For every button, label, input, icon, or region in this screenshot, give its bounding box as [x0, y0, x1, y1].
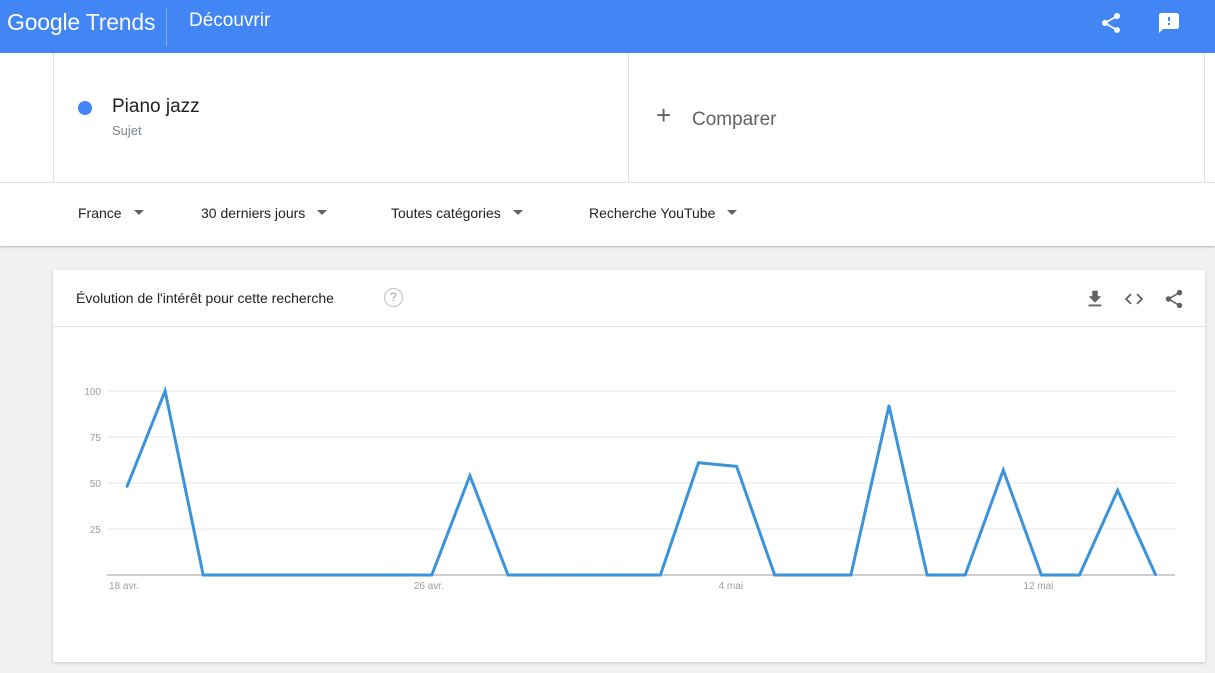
download-icon[interactable] — [1084, 288, 1106, 310]
google-trends-logo[interactable]: Google Trends — [7, 9, 155, 36]
data-point[interactable] — [202, 573, 205, 577]
data-point[interactable] — [583, 573, 586, 577]
search-type-dropdown[interactable]: Recherche YouTube — [589, 205, 738, 221]
term-name: Piano jazz — [112, 96, 200, 117]
interest-line-chart: 25 50 75 100 18 avr. 26 avr. 4 mai 12 mai — [84, 385, 1175, 592]
data-point[interactable] — [392, 573, 395, 577]
data-point[interactable] — [1154, 573, 1157, 577]
share-icon[interactable] — [1163, 288, 1185, 310]
data-point[interactable] — [1040, 573, 1043, 577]
y-tick-label: 25 — [90, 525, 102, 536]
card-header: Évolution de l'intérêt pour cette recher… — [53, 270, 1205, 327]
category-value: Toutes catégories — [391, 205, 501, 221]
share-icon[interactable] — [1099, 11, 1123, 35]
logo-google-text: Google — [7, 9, 80, 35]
data-point[interactable] — [354, 573, 357, 577]
data-point[interactable] — [506, 573, 510, 577]
data-point[interactable] — [925, 573, 929, 577]
data-point[interactable] — [1078, 573, 1081, 577]
x-tick-label: 18 avr. — [109, 581, 139, 592]
compare-button[interactable]: + Comparer — [629, 53, 1205, 182]
nav-discover-link[interactable]: Découvrir — [189, 10, 270, 32]
help-icon[interactable]: ? — [384, 288, 403, 307]
data-point[interactable] — [544, 573, 548, 577]
data-point[interactable] — [163, 389, 167, 393]
data-point[interactable] — [468, 474, 472, 477]
logo-trends-text: Trends — [85, 9, 156, 35]
data-point[interactable] — [621, 573, 624, 577]
period-dropdown[interactable]: 30 derniers jours — [201, 205, 328, 221]
data-point[interactable] — [849, 573, 853, 577]
dropdown-arrow-icon — [727, 209, 738, 215]
compare-label: Comparer — [692, 109, 777, 130]
data-point[interactable] — [430, 573, 433, 577]
period-value: 30 derniers jours — [201, 205, 306, 221]
dropdown-arrow-icon — [512, 209, 523, 215]
search-type-value: Recherche YouTube — [589, 205, 716, 221]
data-point[interactable] — [125, 485, 129, 488]
data-point[interactable] — [316, 573, 319, 577]
term-color-dot — [78, 101, 92, 115]
dropdown-arrow-icon — [317, 209, 328, 215]
data-point[interactable] — [735, 465, 738, 468]
data-point[interactable] — [811, 573, 814, 577]
x-tick-label: 12 mai — [1023, 581, 1053, 592]
data-point[interactable] — [1116, 489, 1119, 492]
card-title: Évolution de l'intérêt pour cette recher… — [76, 290, 334, 306]
filters-bar: France 30 derniers jours Toutes catégori… — [0, 182, 1215, 246]
x-tick-label: 26 avr. — [414, 581, 444, 592]
data-point[interactable] — [659, 573, 662, 577]
interest-over-time-card: Évolution de l'intérêt pour cette recher… — [53, 270, 1205, 662]
region-value: France — [78, 205, 122, 221]
feedback-icon[interactable] — [1157, 11, 1181, 35]
x-tick-label: 4 mai — [719, 581, 743, 592]
category-dropdown[interactable]: Toutes catégories — [391, 205, 523, 221]
data-point[interactable] — [240, 573, 243, 577]
data-point[interactable] — [278, 573, 281, 577]
top-app-bar: Google Trends Découvrir — [0, 0, 1215, 53]
search-term-card[interactable]: Piano jazz Sujet — [53, 53, 629, 182]
embed-code-icon[interactable] — [1123, 288, 1145, 310]
search-terms-panel: Piano jazz Sujet + Comparer — [0, 53, 1215, 182]
data-point[interactable] — [773, 573, 776, 577]
data-point[interactable] — [1002, 468, 1005, 472]
y-tick-label: 50 — [90, 479, 102, 490]
data-point[interactable] — [697, 461, 700, 464]
term-type: Sujet — [112, 123, 142, 138]
plus-icon: + — [656, 100, 672, 130]
region-dropdown[interactable]: France — [78, 205, 144, 221]
dropdown-arrow-icon — [133, 209, 144, 215]
data-point[interactable] — [887, 404, 891, 407]
y-tick-label: 100 — [84, 387, 101, 398]
y-tick-label: 75 — [90, 433, 102, 444]
header-divider — [166, 8, 167, 46]
data-point[interactable] — [964, 573, 967, 577]
